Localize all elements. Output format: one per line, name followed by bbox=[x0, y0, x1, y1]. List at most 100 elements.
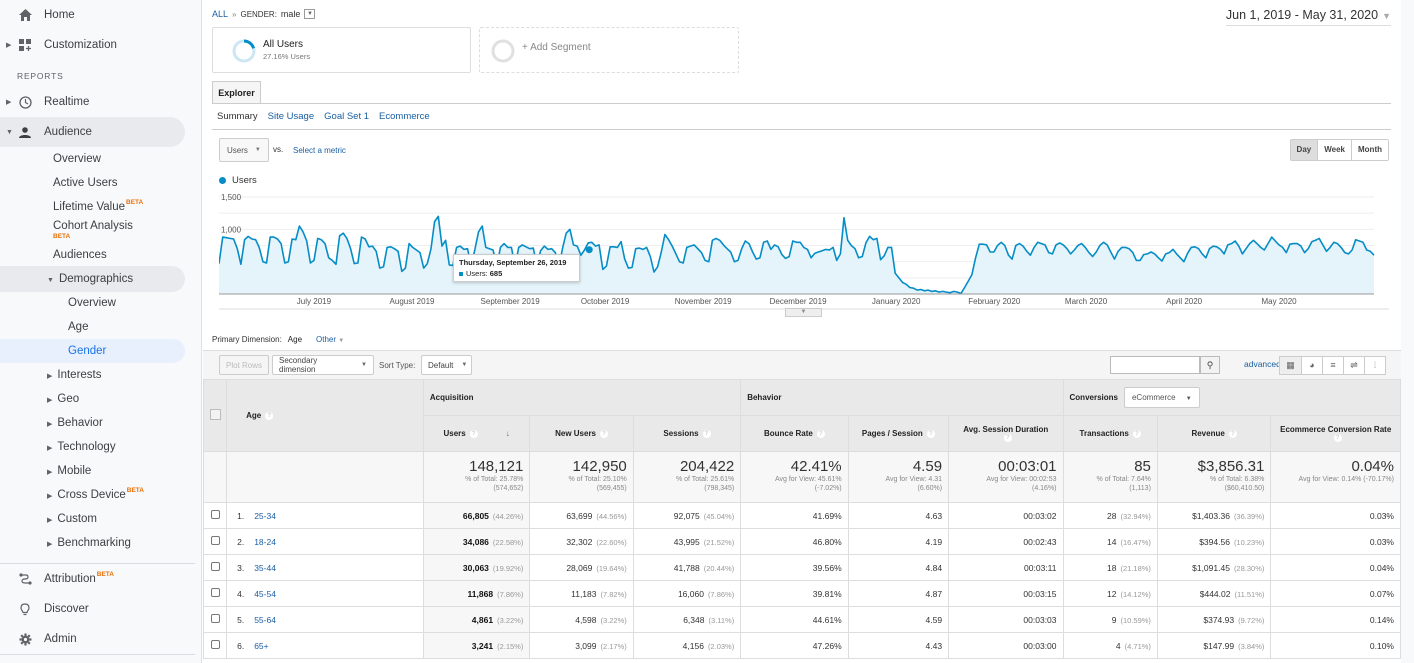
age-link[interactable]: 55-64 bbox=[254, 615, 276, 625]
add-segment-button[interactable]: + Add Segment bbox=[479, 27, 739, 73]
conversions-select[interactable]: eCommerce ▼ bbox=[1123, 387, 1200, 408]
chart-collapse-handle[interactable]: ▼ bbox=[785, 308, 822, 317]
sessions-cell: 41,788 (20.44%) bbox=[632, 554, 742, 581]
select-metric-link[interactable]: Select a metric bbox=[293, 146, 346, 155]
row-checkbox[interactable] bbox=[210, 562, 220, 571]
help-icon[interactable]: ? bbox=[469, 429, 478, 438]
age-link[interactable]: 25-34 bbox=[254, 511, 276, 521]
sidebar-item-benchmarking[interactable]: ▶ Benchmarking bbox=[0, 530, 185, 556]
sidebar-item-lifetime-value[interactable]: Lifetime ValueBETA bbox=[0, 193, 185, 221]
sidebar-item-mobile[interactable]: ▶ Mobile bbox=[0, 458, 185, 484]
tab-explorer[interactable]: Explorer bbox=[212, 81, 261, 103]
column-header-users[interactable]: Users? ↓ bbox=[422, 415, 531, 452]
column-header-bounce-rate[interactable]: Bounce Rate? bbox=[740, 415, 849, 452]
sidebar-label: Interests bbox=[57, 369, 102, 381]
sidebar-item-behavior[interactable]: ▶ Behavior bbox=[0, 410, 185, 436]
sidebar-item-admin[interactable]: Admin bbox=[0, 624, 185, 654]
row-checkbox[interactable] bbox=[210, 640, 220, 649]
performance-view-icon[interactable]: ≡ bbox=[1322, 357, 1343, 374]
primary-dimension-age[interactable]: Age bbox=[288, 335, 302, 344]
chevron-down-icon: ▼ bbox=[461, 362, 468, 368]
chevron-down-icon: ▼ bbox=[1185, 396, 1192, 402]
help-icon[interactable]: ? bbox=[265, 411, 274, 420]
transactions-value: 12 bbox=[1107, 588, 1117, 599]
column-header-ecommerce-conversion-rate[interactable]: Ecommerce Conversion Rate? bbox=[1270, 415, 1401, 452]
help-icon[interactable]: ? bbox=[1228, 429, 1237, 438]
help-icon[interactable]: ? bbox=[926, 429, 935, 438]
age-link[interactable]: 35-44 bbox=[254, 563, 276, 573]
column-header-revenue[interactable]: Revenue? bbox=[1156, 415, 1272, 452]
sidebar-item-technology[interactable]: ▶ Technology bbox=[0, 434, 185, 460]
bounce-rate-cell: 39.81% bbox=[740, 580, 849, 607]
help-icon[interactable]: ? bbox=[1333, 434, 1342, 443]
sidebar-item-demographics-overview[interactable]: Overview bbox=[0, 290, 185, 316]
help-icon[interactable]: ? bbox=[600, 429, 609, 438]
age-link[interactable]: 18-24 bbox=[254, 537, 276, 547]
sidebar-item-realtime[interactable]: ▶ Realtime bbox=[0, 87, 185, 117]
breadcrumb-dropdown-icon[interactable]: ▼ bbox=[304, 9, 316, 19]
advanced-filter-link[interactable]: advanced bbox=[1244, 359, 1281, 369]
segment-all-users[interactable]: All Users 27.16% Users bbox=[212, 27, 471, 73]
age-link[interactable]: 65+ bbox=[254, 641, 268, 651]
primary-dimension-other[interactable]: Other ▼ bbox=[316, 335, 344, 344]
column-header-avg-session-duration[interactable]: Avg. Session Duration? bbox=[948, 415, 1064, 452]
help-icon[interactable]: ? bbox=[1132, 429, 1141, 438]
column-header-transactions[interactable]: Transactions? bbox=[1062, 415, 1158, 452]
total-sub2: (1,113) bbox=[1129, 485, 1151, 492]
help-icon[interactable]: ? bbox=[816, 429, 825, 438]
conversions-select-value: eCommerce bbox=[1131, 393, 1176, 402]
select-all-checkbox[interactable] bbox=[209, 409, 221, 420]
subtab-ecommerce[interactable]: Ecommerce bbox=[379, 111, 430, 122]
sort-type-select[interactable]: Default ▼ bbox=[421, 355, 472, 375]
pie-view-icon[interactable]: ◕ bbox=[1301, 357, 1322, 374]
sidebar-item-customization[interactable]: ▶ Customization bbox=[0, 30, 185, 60]
dimension-header[interactable]: Age? bbox=[226, 379, 424, 452]
sidebar-item-attribution[interactable]: AttributionBETA bbox=[0, 564, 185, 594]
subtab-goal-set-1[interactable]: Goal Set 1 bbox=[324, 111, 369, 122]
breadcrumb-all-link[interactable]: ALL bbox=[212, 9, 228, 19]
sidebar-item-gender[interactable]: Gender bbox=[0, 339, 185, 363]
help-icon[interactable]: ? bbox=[1003, 434, 1012, 443]
sidebar-item-interests[interactable]: ▶ Interests bbox=[0, 362, 185, 388]
row-checkbox[interactable] bbox=[210, 588, 220, 597]
sidebar-item-audiences[interactable]: Audiences bbox=[0, 241, 185, 269]
date-range-picker[interactable]: Jun 1, 2019 - May 31, 2020 ▼ bbox=[1225, 8, 1391, 26]
search-icon[interactable]: ⚲ bbox=[1200, 356, 1220, 374]
expand-arrow-icon: ▶ bbox=[47, 445, 53, 452]
sidebar-item-demographics[interactable]: ▼ Demographics bbox=[0, 266, 185, 292]
granularity-week-button[interactable]: Week bbox=[1317, 140, 1351, 160]
plot-rows-button[interactable]: Plot Rows bbox=[219, 355, 270, 375]
sidebar-item-discover[interactable]: Discover bbox=[0, 594, 185, 624]
subtab-site-usage[interactable]: Site Usage bbox=[268, 111, 314, 122]
sidebar-label: Mobile bbox=[57, 465, 92, 477]
table-view-icon[interactable]: ▦ bbox=[1280, 357, 1301, 374]
new-users-pct: (19.64%) bbox=[596, 563, 627, 573]
help-icon[interactable]: ? bbox=[702, 429, 711, 438]
column-label: Pages / Session bbox=[861, 429, 923, 438]
sidebar-item-home[interactable]: Home bbox=[0, 0, 185, 30]
sidebar-item-audience[interactable]: ▼ Audience bbox=[0, 117, 185, 147]
subtab-summary[interactable]: Summary bbox=[217, 111, 258, 122]
users-line-chart[interactable]: 1,5001,000500July 2019August 2019Septemb… bbox=[219, 188, 1389, 318]
sessions-pct: (7.86%) bbox=[707, 589, 735, 599]
row-checkbox[interactable] bbox=[210, 614, 220, 623]
pivot-view-icon[interactable]: ⦙ bbox=[1364, 357, 1385, 374]
table-search-input[interactable] bbox=[1110, 356, 1200, 374]
age-link[interactable]: 45-54 bbox=[254, 589, 276, 599]
sidebar-item-geo[interactable]: ▶ Geo bbox=[0, 386, 185, 412]
column-header-pages-session[interactable]: Pages / Session? bbox=[847, 415, 950, 452]
granularity-day-button[interactable]: Day bbox=[1290, 140, 1318, 160]
row-checkbox[interactable] bbox=[210, 510, 220, 519]
metric-select[interactable]: Users ▼ bbox=[219, 138, 269, 162]
secondary-dimension-select[interactable]: Secondary dimension ▼ bbox=[272, 355, 374, 375]
column-header-new-users[interactable]: New Users? bbox=[529, 415, 634, 452]
transactions-cell: 12 (14.12%) bbox=[1062, 580, 1158, 607]
row-checkbox[interactable] bbox=[210, 536, 220, 545]
sidebar-item-age[interactable]: Age bbox=[0, 314, 185, 340]
sidebar-item-custom[interactable]: ▶ Custom bbox=[0, 506, 185, 532]
home-icon bbox=[17, 7, 33, 23]
granularity-month-button[interactable]: Month bbox=[1351, 140, 1388, 160]
sidebar-item-cross-device[interactable]: ▶ Cross DeviceBETA bbox=[0, 482, 185, 508]
column-header-sessions[interactable]: Sessions? bbox=[632, 415, 742, 452]
comparison-view-icon[interactable]: ⇌ bbox=[1343, 357, 1364, 374]
